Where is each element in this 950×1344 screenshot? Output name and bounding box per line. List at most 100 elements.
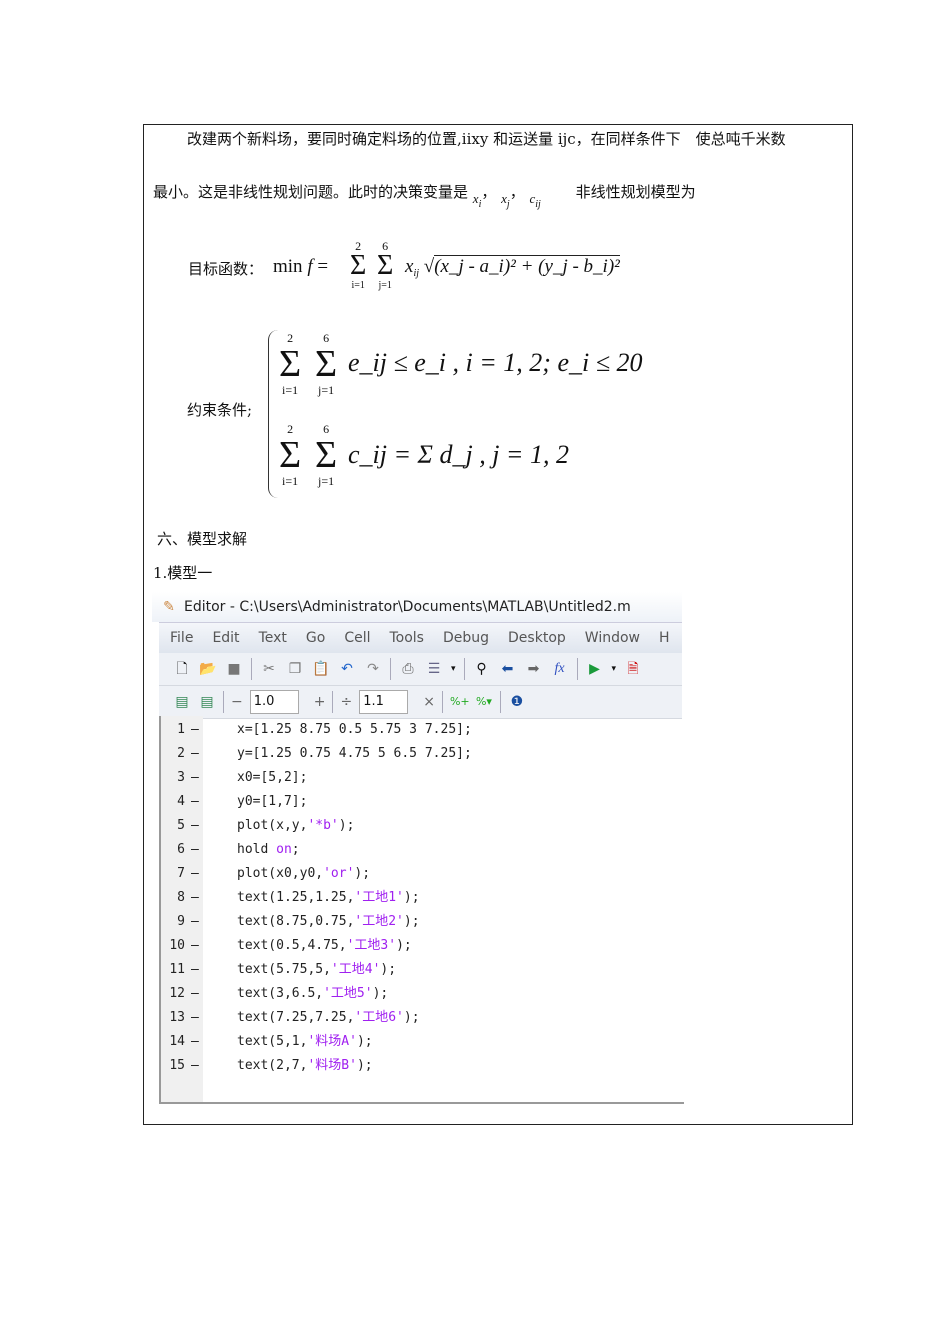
cut-icon[interactable]: ✂: [260, 660, 278, 678]
divide-value-field[interactable]: 1.1: [359, 690, 409, 714]
breakpoint-marker[interactable]: —: [191, 862, 199, 886]
string-literal: '工地4': [330, 962, 381, 977]
code-text: text(5,1,'料场A');: [237, 1030, 373, 1054]
menu-text[interactable]: Text: [259, 630, 287, 646]
objective-body: xij √(x_j - a_i)² + (y_j - b_i)²: [405, 255, 620, 279]
constraint-2: c_ij = Σ d_j , j = 1, 2: [348, 440, 569, 469]
paragraph-2: 最小。这是非线性规划问题。此时的决策变量是 xi， xj， cij 非线性规划模…: [153, 183, 696, 210]
breakpoint-marker[interactable]: —: [191, 886, 199, 910]
editor-title: Editor - C:\Users\Administrator\Document…: [184, 599, 631, 615]
code-line[interactable]: 8 — text(1.25,1.25,'工地1');: [161, 886, 684, 910]
code-token: text(7.25,7.25,: [237, 1010, 355, 1025]
open-folder-icon[interactable]: 📂: [199, 660, 217, 678]
code-token: ;: [291, 842, 300, 857]
code-line[interactable]: 13 — text(7.25,7.25,'工地6');: [161, 1006, 684, 1030]
cell-step-icon[interactable]: ▤: [198, 693, 216, 711]
code-text: hold on;: [237, 838, 300, 862]
code-line[interactable]: 12 — text(3,6.5,'工地5');: [161, 982, 684, 1006]
menu-file[interactable]: File: [170, 630, 193, 646]
code-token: y0=[1,7];: [237, 794, 308, 809]
undo-icon[interactable]: ↶: [338, 660, 356, 678]
code-line[interactable]: 6 — hold on;: [161, 838, 684, 862]
code-line[interactable]: 15 — text(2,7,'料场B');: [161, 1054, 684, 1078]
comment-icon[interactable]: ☰: [425, 660, 443, 678]
objective-min: min f =: [273, 256, 329, 277]
insert-cell-icon[interactable]: ▤: [173, 693, 191, 711]
cell-percent-plus-icon[interactable]: %+: [450, 693, 470, 711]
code-line[interactable]: 4 — y0=[1,7];: [161, 790, 684, 814]
code-token: hold: [237, 842, 277, 857]
increment-button[interactable]: +: [314, 694, 326, 710]
redo-icon[interactable]: ↷: [364, 660, 382, 678]
code-area[interactable]: 1 — x=[1.25 8.75 0.5 5.75 3 7.25]; 2 — y=[1.2…: [159, 716, 684, 1104]
menu-tools[interactable]: Tools: [389, 630, 424, 646]
menu-go[interactable]: Go: [306, 630, 325, 646]
code-text: plot(x0,y0,'or');: [237, 862, 370, 886]
breakpoint-marker[interactable]: —: [191, 910, 199, 934]
code-token: );: [380, 962, 397, 977]
toolbar: 🗋 📂 ■ ✂ ❐ 📋 ↶ ↷ ⎙ ☰ ▾ ⚲ ⬅ ➡ fx ▶ ▾ 🗎: [159, 653, 682, 686]
breakpoint-marker[interactable]: —: [191, 742, 199, 766]
line-number: 5: [177, 818, 185, 833]
save-icon[interactable]: ■: [225, 660, 243, 678]
find-icon[interactable]: ⚲: [473, 660, 491, 678]
function-icon[interactable]: fx: [551, 660, 569, 678]
menu-window[interactable]: Window: [585, 630, 640, 646]
new-file-icon[interactable]: 🗋: [173, 660, 191, 678]
breakpoint-marker[interactable]: —: [191, 1054, 199, 1078]
code-line[interactable]: 5 — plot(x,y,'*b');: [161, 814, 684, 838]
string-literal: '*b': [307, 818, 339, 833]
code-line[interactable]: 3 — x0=[5,2];: [161, 766, 684, 790]
increment-value-field[interactable]: 1.0: [249, 690, 299, 714]
code-token: );: [338, 818, 355, 833]
subsection-heading: 1.模型一: [153, 564, 213, 582]
cell-percent-menu-icon[interactable]: %▾: [475, 693, 493, 711]
code-token: );: [356, 1034, 373, 1049]
breakpoint-marker[interactable]: —: [191, 718, 199, 742]
breakpoint-marker[interactable]: —: [191, 814, 199, 838]
line-number: 1: [177, 722, 185, 737]
code-text: text(1.25,1.25,'工地1');: [237, 886, 420, 910]
breakpoint-marker[interactable]: —: [191, 838, 199, 862]
menu-cell[interactable]: Cell: [344, 630, 370, 646]
breakpoint-marker[interactable]: —: [191, 934, 199, 958]
code-line[interactable]: 14 — text(5,1,'料场A');: [161, 1030, 684, 1054]
line-number: 13: [169, 1010, 185, 1025]
code-line[interactable]: 2 — y=[1.25 0.75 4.75 5 6.5 7.25];: [161, 742, 684, 766]
menu-bar: File Edit Text Go Cell Tools Debug Desktop Windo…: [159, 622, 682, 653]
code-token: text(0.5,4.75,: [237, 938, 347, 953]
breakpoint-icon[interactable]: 🗎: [624, 660, 642, 678]
paste-icon[interactable]: 📋: [312, 660, 330, 678]
code-text: text(5.75,5,'工地4');: [237, 958, 396, 982]
code-line[interactable]: 9 — text(8.75,0.75,'工地2');: [161, 910, 684, 934]
code-token: text(3,6.5,: [237, 986, 324, 1001]
decrement-button[interactable]: −: [231, 694, 243, 710]
menu-h[interactable]: H: [659, 630, 670, 646]
info-icon[interactable]: ❶: [508, 693, 526, 711]
back-arrow-icon[interactable]: ⬅: [499, 660, 517, 678]
breakpoint-marker[interactable]: —: [191, 958, 199, 982]
menu-desktop[interactable]: Desktop: [508, 630, 566, 646]
breakpoint-marker[interactable]: —: [191, 1006, 199, 1030]
code-line[interactable]: 1 — x=[1.25 8.75 0.5 5.75 3 7.25];: [161, 718, 684, 742]
line-number: 2: [177, 746, 185, 761]
line-number: 6: [177, 842, 185, 857]
menu-debug[interactable]: Debug: [443, 630, 489, 646]
menu-edit[interactable]: Edit: [212, 630, 239, 646]
breakpoint-marker[interactable]: —: [191, 1030, 199, 1054]
multiply-button[interactable]: ×: [423, 694, 435, 710]
forward-arrow-icon[interactable]: ➡: [525, 660, 543, 678]
print-icon[interactable]: ⎙: [399, 660, 417, 678]
code-line[interactable]: 10 — text(0.5,4.75,'工地3');: [161, 934, 684, 958]
run-icon[interactable]: ▶: [586, 660, 604, 678]
breakpoint-marker[interactable]: —: [191, 766, 199, 790]
code-token: x0=[5,2];: [237, 770, 308, 785]
divide-button[interactable]: ÷: [340, 694, 352, 710]
breakpoint-marker[interactable]: —: [191, 982, 199, 1006]
copy-icon[interactable]: ❐: [286, 660, 304, 678]
code-line[interactable]: 7 — plot(x0,y0,'or');: [161, 862, 684, 886]
breakpoint-marker[interactable]: —: [191, 790, 199, 814]
code-line[interactable]: 11 — text(5.75,5,'工地4');: [161, 958, 684, 982]
string-literal: '工地2': [354, 914, 404, 929]
line-number: 4: [177, 794, 185, 809]
